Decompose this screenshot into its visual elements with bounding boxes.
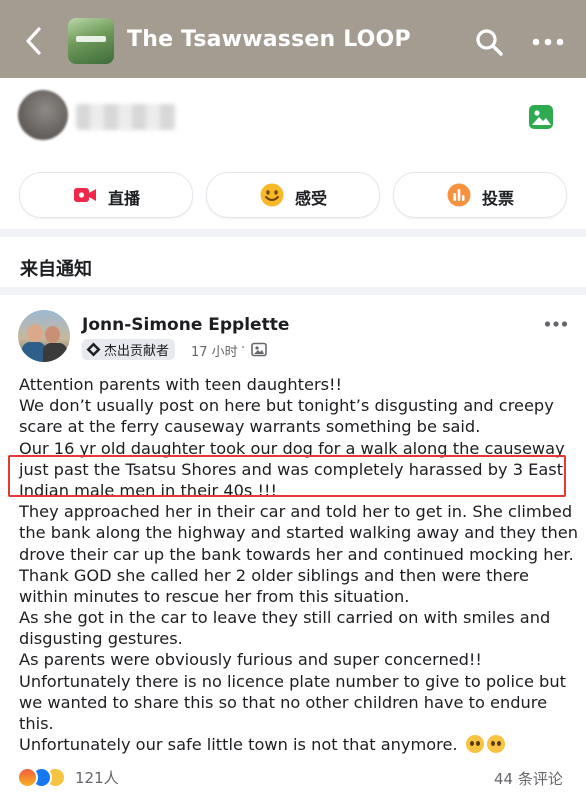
post-more-icon[interactable] (544, 320, 568, 328)
post-line: As she got in the car to leave they stil… (19, 608, 551, 628)
section-divider (0, 287, 586, 295)
author-avatar[interactable] (18, 310, 70, 362)
poll-label: 投票 (482, 189, 515, 208)
group-audience-icon (251, 342, 267, 357)
comments-count[interactable]: 44 条评论 (494, 768, 563, 789)
post-line: this. (19, 714, 54, 733)
group-title[interactable]: The Tsawwassen LOOP (127, 27, 411, 52)
reactions-count: 121人 (75, 768, 119, 787)
reactions-summary[interactable]: 121人 (17, 766, 119, 788)
post-last-line: Unfortunately our safe little town is no… (19, 734, 574, 755)
post-line: They approached her in their car and tol… (19, 502, 573, 522)
feeling-button[interactable]: 感受 (206, 172, 380, 218)
pleading-face-icon (465, 735, 484, 754)
post-line: we wanted to share this so that no other… (19, 692, 548, 712)
live-video-label: 直播 (108, 189, 141, 208)
search-icon[interactable] (474, 27, 504, 57)
live-video-icon (74, 188, 96, 202)
post-line: within minutes to rescue her from this s… (19, 586, 410, 606)
post-body: Attention parents with teen daughters!! … (19, 374, 578, 755)
poll-button[interactable]: 投票 (393, 172, 567, 218)
live-video-button[interactable]: 直播 (19, 172, 193, 218)
post-line: the bank along the highway and started w… (19, 523, 578, 543)
post-line: Unfortunately our safe little town is no… (19, 735, 458, 755)
post-line: As parents were obviously furious and su… (19, 650, 482, 670)
feeling-label: 感受 (295, 189, 328, 208)
angry-reaction-icon (17, 766, 38, 788)
user-name-redacted (76, 104, 176, 130)
poll-icon (447, 183, 471, 207)
post-line: Thank GOD she called her 2 older sibling… (19, 565, 529, 585)
badge-label: 杰出贡献者 (104, 344, 170, 359)
photo-icon[interactable] (528, 104, 554, 130)
badge-icon (86, 342, 101, 357)
section-title: 来自通知 (20, 259, 92, 280)
group-avatar[interactable] (68, 18, 114, 64)
section-divider (0, 229, 586, 237)
highlight-box (8, 455, 566, 497)
contributor-badge[interactable]: 杰出贡献者 (82, 339, 176, 360)
feeling-icon (260, 183, 284, 207)
chevron-left-icon[interactable] (22, 26, 46, 56)
post-author-name[interactable]: Jonn-Simone Epplette (82, 315, 289, 335)
post-line: Attention parents with teen daughters!! (19, 375, 343, 394)
post-line: drove their car up the bank towards her … (19, 544, 574, 564)
post-line: We don’t usually post on here but tonigh… (19, 396, 554, 416)
pleading-face-icon (486, 735, 505, 754)
post-timestamp[interactable]: 17 小时 (191, 341, 238, 360)
user-avatar[interactable] (18, 90, 68, 140)
meta-separator: · (241, 341, 246, 356)
post-line: Unfortunately there is no licence plate … (19, 671, 566, 691)
more-icon[interactable] (532, 38, 564, 46)
post-line: disgusting gestures. (19, 629, 183, 649)
post-line: scare at the ferry causeway warrants som… (19, 417, 481, 437)
